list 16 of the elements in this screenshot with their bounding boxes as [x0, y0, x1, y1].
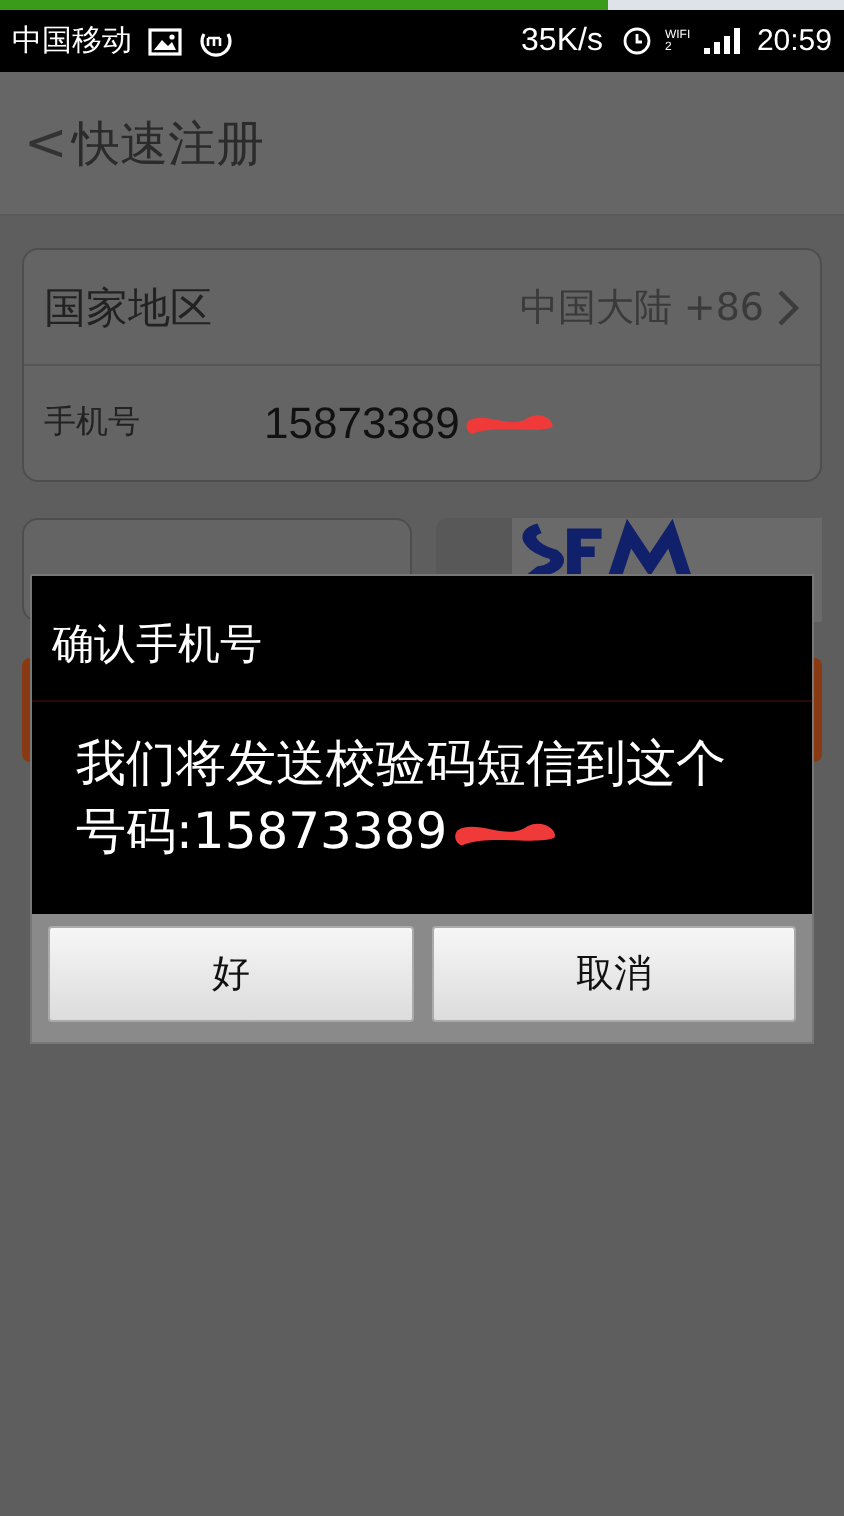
- dialog-title: 确认手机号: [32, 576, 812, 702]
- image-icon: [148, 27, 182, 55]
- dialog-button[interactable]: 好: [48, 926, 413, 1022]
- network-speed: 35K/s: [521, 23, 603, 59]
- dialog-button[interactable]: 取消: [431, 926, 796, 1022]
- dialog-message: 我们将发送校验码短信到这个号码:15873389: [76, 732, 728, 864]
- field-label: 国家地区: [44, 281, 214, 335]
- page-title: 快速注册: [71, 113, 264, 175]
- clock-time: 20:59: [756, 24, 832, 58]
- signal-icon: [704, 28, 745, 54]
- back-button[interactable]: <: [24, 113, 68, 173]
- alarm-icon: [622, 26, 653, 56]
- chevron-icon: [776, 287, 800, 327]
- carrier-name: 中国移动: [12, 22, 132, 60]
- phone-value[interactable]: 15873389: [264, 397, 460, 449]
- field-label: 手机号: [44, 402, 142, 444]
